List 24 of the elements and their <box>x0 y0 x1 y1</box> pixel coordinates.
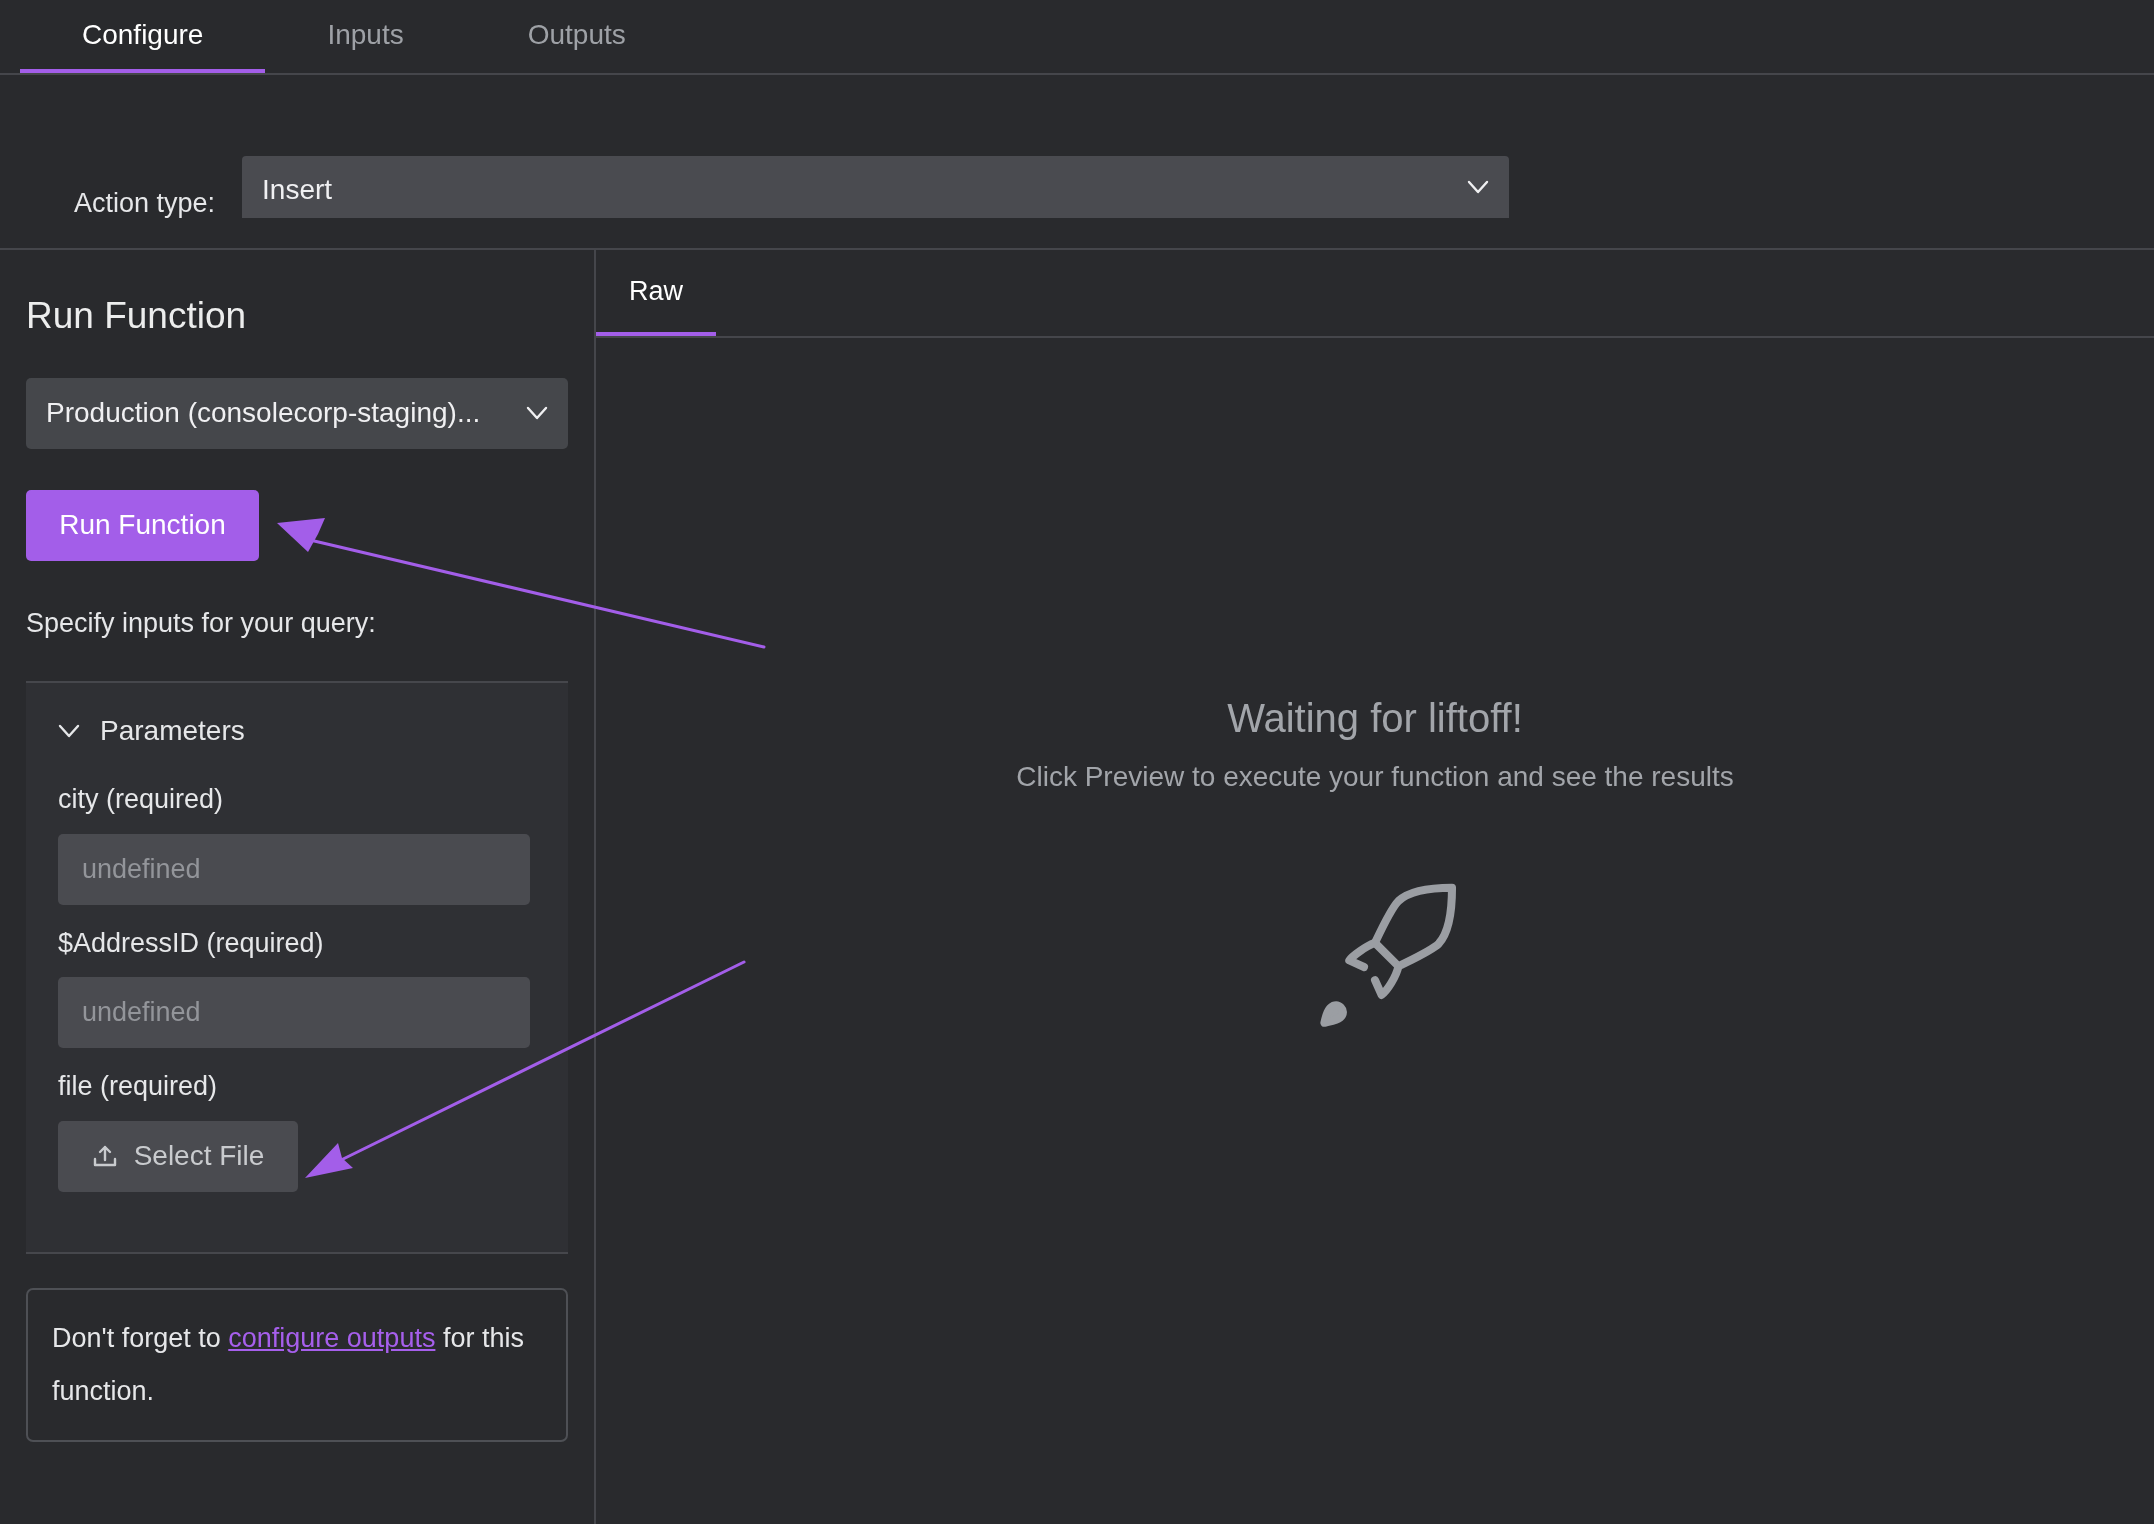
input-field[interactable]: undefined <box>58 833 530 905</box>
action-type-label: Action type: <box>74 187 216 220</box>
tab[interactable]: Raw <box>596 250 716 336</box>
action-type-select[interactable]: Insert <box>242 156 1510 218</box>
environment-select[interactable]: Production (consolecorp-staging)... <box>26 377 568 449</box>
tab[interactable]: Configure <box>20 0 266 73</box>
select-file-button[interactable]: Select File <box>58 1120 298 1192</box>
input-field[interactable]: undefined <box>58 977 530 1048</box>
field-label: $AddressID (required) <box>58 926 325 960</box>
panel-title: Run Function <box>26 294 248 338</box>
run-function-button[interactable]: Run Function <box>26 489 259 561</box>
note-text: Don't forget to configure outputs for this function. <box>52 1321 525 1408</box>
empty-state-message: Click Preview to execute your function and see the results <box>1016 760 1734 794</box>
configure-outputs-link[interactable]: configure outputs <box>228 1322 436 1353</box>
tab[interactable]: Outputs <box>465 0 688 73</box>
chevron-down-icon <box>1467 180 1490 194</box>
field-label: city (required) <box>58 783 225 816</box>
chevron-down-icon <box>526 406 548 420</box>
field-label: file (required) <box>58 1070 219 1103</box>
inputs-prompt: Specify inputs for your query: <box>26 606 377 640</box>
parameters-toggle[interactable]: Parameters <box>58 701 536 761</box>
empty-state-title: Waiting for liftoff! <box>1227 695 1523 742</box>
upload-icon <box>91 1144 118 1168</box>
tab[interactable]: Inputs <box>265 0 466 73</box>
